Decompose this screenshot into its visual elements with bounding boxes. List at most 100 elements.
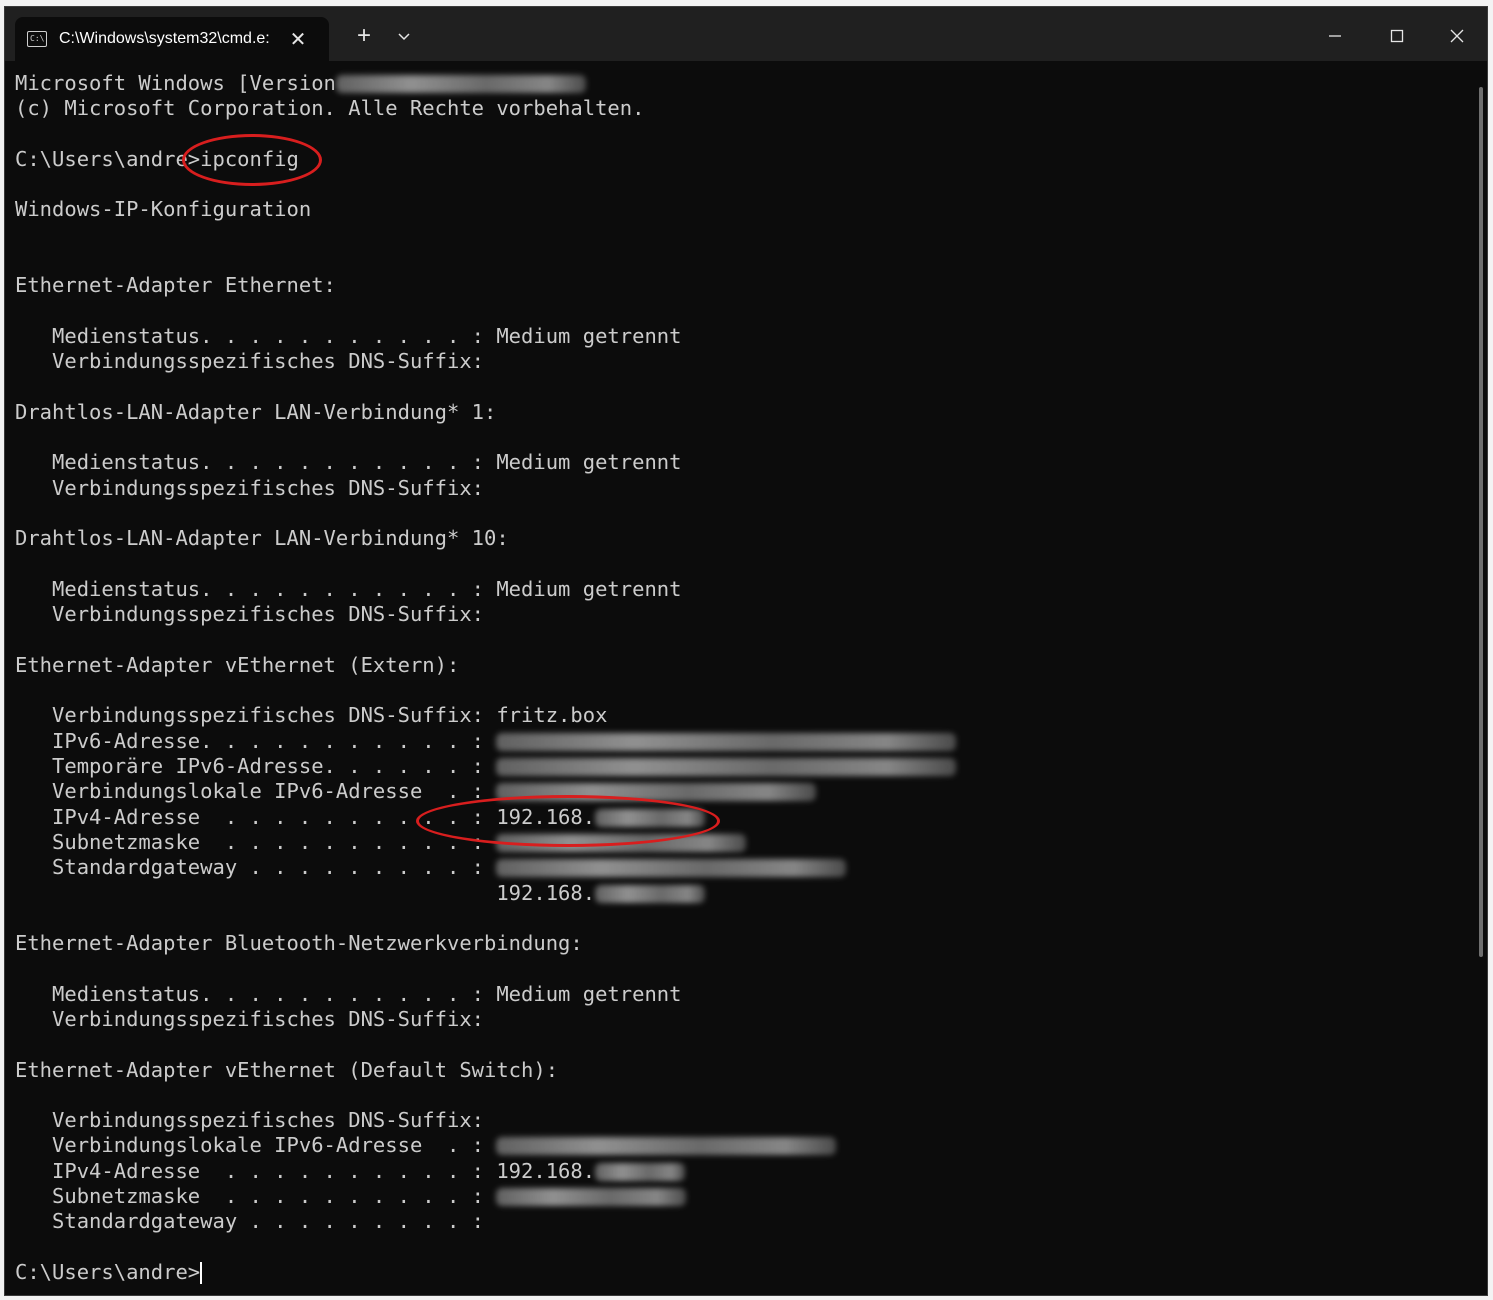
terminal-line: IPv4-Adresse . . . . . . . . . . : 192.1… — [15, 805, 1465, 830]
scrollbar[interactable] — [1479, 87, 1483, 957]
terminal-line-text: Verbindungsspezifisches DNS-Suffix: — [15, 1108, 484, 1133]
terminal-line: Verbindungsspezifisches DNS-Suffix: — [15, 1108, 1465, 1133]
terminal-line-text: Standardgateway . . . . . . . . . : — [15, 855, 497, 880]
terminal-line-text: C:\Users\andre> — [15, 1259, 201, 1284]
terminal-line: Verbindungsspezifisches DNS-Suffix: frit… — [15, 703, 1465, 728]
terminal-line-text: Microsoft Windows [Version — [15, 71, 336, 95]
tab-cmd[interactable]: C:\ C:\Windows\system32\cmd.e: ✕ — [15, 17, 329, 61]
minimize-button[interactable] — [1305, 19, 1365, 53]
dropdown-button[interactable] — [389, 19, 419, 53]
maximize-button[interactable] — [1367, 19, 1427, 53]
terminal-line-text: Medienstatus. . . . . . . . . . . : Medi… — [15, 576, 682, 601]
terminal-line: Subnetzmaske . . . . . . . . . . : — [15, 1184, 1465, 1209]
terminal-line-text: Verbindungsspezifisches DNS-Suffix: — [15, 475, 484, 500]
close-icon — [1450, 29, 1464, 43]
terminal-line-text: Medienstatus. . . . . . . . . . . : Medi… — [15, 450, 682, 475]
terminal-line: Ethernet-Adapter vEthernet (Default Swit… — [15, 1058, 1465, 1083]
redacted-value — [496, 732, 957, 751]
title-bar: C:\ C:\Windows\system32\cmd.e: ✕ + — [5, 7, 1487, 61]
redacted-value — [595, 1162, 686, 1181]
terminal-line: IPv4-Adresse . . . . . . . . . . : 192.1… — [15, 1159, 1465, 1184]
terminal-line-text: Verbindungsspezifisches DNS-Suffix: frit… — [15, 703, 608, 728]
terminal-line-text: Standardgateway . . . . . . . . . : — [15, 1209, 497, 1234]
terminal-line-text: Verbindungslokale IPv6-Adresse . : — [15, 779, 497, 804]
text-cursor — [200, 1261, 203, 1284]
terminal-line-text: 192.168. — [15, 880, 596, 905]
terminal-line-text: Subnetzmaske . . . . . . . . . . : — [15, 829, 497, 854]
terminal-line-text: Temporäre IPv6-Adresse. . . . . . : — [15, 754, 497, 779]
new-tab-button[interactable]: + — [347, 19, 381, 53]
terminal-line: C:\Users\andre>ipconfig — [15, 147, 1465, 172]
terminal-line: Medienstatus. . . . . . . . . . . : Medi… — [15, 450, 1465, 475]
terminal-line: Standardgateway . . . . . . . . . : — [15, 1209, 1465, 1234]
terminal-line: 192.168. — [15, 881, 1465, 906]
terminal-line-text: IPv6-Adresse. . . . . . . . . . . : — [15, 728, 497, 753]
terminal-line: Verbindungsspezifisches DNS-Suffix: — [15, 1007, 1465, 1032]
redacted-value — [496, 859, 847, 878]
redacted-value — [496, 758, 957, 777]
terminal-line-text: Drahtlos-LAN-Adapter LAN-Verbindung* 1: — [15, 399, 497, 424]
terminal-line: Subnetzmaske . . . . . . . . . . : — [15, 830, 1465, 855]
minimize-icon — [1329, 35, 1341, 37]
tab-close-icon[interactable]: ✕ — [283, 27, 313, 52]
terminal-line: C:\Users\andre> — [15, 1260, 1465, 1285]
terminal-line-text: Verbindungslokale IPv6-Adresse . : — [15, 1133, 497, 1158]
redacted-value — [496, 1188, 687, 1207]
terminal-line-text: Subnetzmaske . . . . . . . . . . : — [15, 1184, 497, 1209]
close-button[interactable] — [1427, 19, 1487, 53]
terminal-line-text: Ethernet-Adapter vEthernet (Default Swit… — [15, 1057, 559, 1082]
terminal-window: C:\ C:\Windows\system32\cmd.e: ✕ + Micro… — [4, 6, 1488, 1296]
terminal-line: Ethernet-Adapter Bluetooth-Netzwerkverbi… — [15, 931, 1465, 956]
terminal-line-text: Windows-IP-Konfiguration — [15, 197, 312, 222]
terminal-line: Ethernet-Adapter vEthernet (Extern): — [15, 653, 1465, 678]
terminal-line-text: Ethernet-Adapter Ethernet: — [15, 273, 336, 298]
redacted-value — [496, 783, 817, 802]
terminal-line: Temporäre IPv6-Adresse. . . . . . : — [15, 754, 1465, 779]
terminal-line: Verbindungslokale IPv6-Adresse . : — [15, 779, 1465, 804]
redacted-value — [496, 833, 747, 852]
terminal-line: Medienstatus. . . . . . . . . . . : Medi… — [15, 324, 1465, 349]
terminal-line: IPv6-Adresse. . . . . . . . . . . : — [15, 729, 1465, 754]
terminal-line: Microsoft Windows [Version — [15, 71, 1465, 96]
terminal-line-text: (c) Microsoft Corporation. Alle Rechte v… — [15, 96, 645, 121]
terminal-output[interactable]: Microsoft Windows [Version (c) Microsoft … — [15, 71, 1465, 1291]
terminal-line-text: Ethernet-Adapter Bluetooth-Netzwerkverbi… — [15, 931, 583, 956]
redacted-value — [595, 808, 706, 827]
terminal-line: Verbindungslokale IPv6-Adresse . : — [15, 1133, 1465, 1158]
chevron-down-icon — [398, 33, 410, 41]
terminal-line-text: Verbindungsspezifisches DNS-Suffix: — [15, 602, 484, 627]
terminal-line-text: Ethernet-Adapter vEthernet (Extern): — [15, 652, 460, 677]
terminal-line-text: C:\Users\andre>ipconfig — [15, 146, 299, 171]
terminal-line: Drahtlos-LAN-Adapter LAN-Verbindung* 1: — [15, 400, 1465, 425]
terminal-line-text: Verbindungsspezifisches DNS-Suffix: — [15, 1006, 484, 1031]
cmd-icon: C:\ — [27, 31, 47, 47]
terminal-line-text: Verbindungsspezifisches DNS-Suffix: — [15, 349, 484, 374]
terminal-line: Standardgateway . . . . . . . . . : — [15, 855, 1465, 880]
terminal-line-text: IPv4-Adresse . . . . . . . . . . : 192.1… — [15, 1158, 596, 1183]
tab-title: C:\Windows\system32\cmd.e: — [59, 30, 270, 47]
terminal-line-text: IPv4-Adresse . . . . . . . . . . : 192.1… — [15, 804, 596, 829]
redacted-value — [595, 884, 706, 903]
terminal-line: Medienstatus. . . . . . . . . . . : Medi… — [15, 982, 1465, 1007]
terminal-line: Medienstatus. . . . . . . . . . . : Medi… — [15, 577, 1465, 602]
redacted-value — [335, 75, 586, 93]
terminal-line: Verbindungsspezifisches DNS-Suffix: — [15, 602, 1465, 627]
terminal-line: Ethernet-Adapter Ethernet: — [15, 273, 1465, 298]
terminal-line: Verbindungsspezifisches DNS-Suffix: — [15, 349, 1465, 374]
terminal-line: (c) Microsoft Corporation. Alle Rechte v… — [15, 96, 1465, 121]
terminal-line-text: Medienstatus. . . . . . . . . . . : Medi… — [15, 323, 682, 348]
terminal-line: Drahtlos-LAN-Adapter LAN-Verbindung* 10: — [15, 526, 1465, 551]
